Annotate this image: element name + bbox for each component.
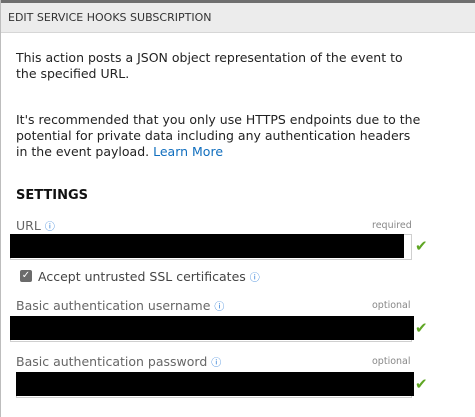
accept-ssl-row[interactable]: ✓ Accept untrusted SSL certificates ⓘ	[20, 267, 260, 285]
panel-left-border	[0, 0, 1, 417]
password-optional-text: optional	[372, 356, 411, 367]
username-value-redacted	[10, 316, 414, 340]
accept-ssl-label: Accept untrusted SSL certificates	[38, 268, 246, 284]
dialog-title: EDIT SERVICE HOOKS SUBSCRIPTION	[8, 11, 212, 24]
password-label-row: Basic authentication password ⓘ	[16, 354, 221, 369]
dialog-header: EDIT SERVICE HOOKS SUBSCRIPTION	[1, 3, 475, 33]
description-paragraph-1: This action posts a JSON object represen…	[16, 50, 403, 81]
settings-heading: SETTINGS	[16, 188, 89, 203]
password-value-redacted	[16, 372, 414, 396]
username-optional-text: optional	[372, 300, 411, 311]
learn-more-link[interactable]: Learn More	[153, 144, 223, 159]
checkbox-checked-icon[interactable]: ✓	[20, 270, 32, 282]
info-icon[interactable]: ⓘ	[214, 302, 224, 313]
info-icon[interactable]: ⓘ	[250, 269, 260, 284]
url-required-text: required	[372, 220, 412, 231]
username-label-row: Basic authentication username ⓘ	[16, 298, 224, 313]
url-label-row: URL ⓘ	[16, 218, 55, 233]
url-value-redacted	[10, 234, 404, 258]
description-paragraph-2: It's recommended that you only use HTTPS…	[16, 112, 421, 160]
password-label: Basic authentication password	[16, 354, 208, 369]
username-label: Basic authentication username	[16, 298, 211, 313]
url-valid-checkmark-icon: ✔	[415, 237, 428, 255]
info-icon[interactable]: ⓘ	[211, 358, 221, 369]
password-valid-checkmark-icon: ✔	[415, 375, 428, 393]
username-valid-checkmark-icon: ✔	[415, 319, 428, 337]
url-label: URL	[16, 218, 41, 233]
info-icon[interactable]: ⓘ	[45, 222, 55, 233]
